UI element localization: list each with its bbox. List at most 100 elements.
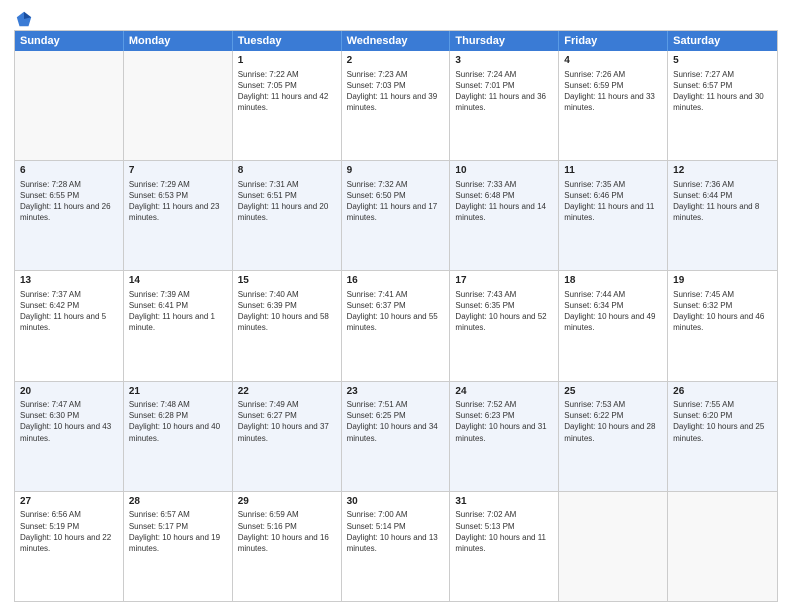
cell-detail: Sunrise: 7:55 AM Sunset: 6:20 PM Dayligh…	[673, 399, 772, 444]
cell-detail: Sunrise: 6:57 AM Sunset: 5:17 PM Dayligh…	[129, 509, 227, 554]
day-number: 16	[347, 274, 445, 288]
day-number: 30	[347, 495, 445, 509]
day-number: 31	[455, 495, 553, 509]
cell-detail: Sunrise: 7:51 AM Sunset: 6:25 PM Dayligh…	[347, 399, 445, 444]
day-number: 1	[238, 54, 336, 68]
logo	[14, 10, 33, 24]
col-header-friday: Friday	[559, 31, 668, 51]
day-cell-14: 14Sunrise: 7:39 AM Sunset: 6:41 PM Dayli…	[124, 271, 233, 380]
day-number: 19	[673, 274, 772, 288]
day-number: 8	[238, 164, 336, 178]
col-header-wednesday: Wednesday	[342, 31, 451, 51]
day-cell-3: 3Sunrise: 7:24 AM Sunset: 7:01 PM Daylig…	[450, 51, 559, 160]
cell-detail: Sunrise: 7:31 AM Sunset: 6:51 PM Dayligh…	[238, 179, 336, 224]
day-cell-23: 23Sunrise: 7:51 AM Sunset: 6:25 PM Dayli…	[342, 382, 451, 491]
cell-detail: Sunrise: 7:47 AM Sunset: 6:30 PM Dayligh…	[20, 399, 118, 444]
cell-detail: Sunrise: 7:26 AM Sunset: 6:59 PM Dayligh…	[564, 69, 662, 114]
col-header-monday: Monday	[124, 31, 233, 51]
day-cell-9: 9Sunrise: 7:32 AM Sunset: 6:50 PM Daylig…	[342, 161, 451, 270]
day-number: 4	[564, 54, 662, 68]
day-cell-2: 2Sunrise: 7:23 AM Sunset: 7:03 PM Daylig…	[342, 51, 451, 160]
day-number: 29	[238, 495, 336, 509]
day-cell-24: 24Sunrise: 7:52 AM Sunset: 6:23 PM Dayli…	[450, 382, 559, 491]
empty-cell	[15, 51, 124, 160]
cell-detail: Sunrise: 6:59 AM Sunset: 5:16 PM Dayligh…	[238, 509, 336, 554]
day-cell-29: 29Sunrise: 6:59 AM Sunset: 5:16 PM Dayli…	[233, 492, 342, 601]
col-header-thursday: Thursday	[450, 31, 559, 51]
day-number: 5	[673, 54, 772, 68]
cell-detail: Sunrise: 7:23 AM Sunset: 7:03 PM Dayligh…	[347, 69, 445, 114]
day-number: 25	[564, 385, 662, 399]
day-number: 9	[347, 164, 445, 178]
calendar-week-5: 27Sunrise: 6:56 AM Sunset: 5:19 PM Dayli…	[15, 492, 777, 601]
cell-detail: Sunrise: 7:00 AM Sunset: 5:14 PM Dayligh…	[347, 509, 445, 554]
day-number: 15	[238, 274, 336, 288]
cell-detail: Sunrise: 7:40 AM Sunset: 6:39 PM Dayligh…	[238, 289, 336, 334]
day-number: 14	[129, 274, 227, 288]
cell-detail: Sunrise: 7:35 AM Sunset: 6:46 PM Dayligh…	[564, 179, 662, 224]
logo-icon	[15, 10, 33, 28]
day-number: 7	[129, 164, 227, 178]
cell-detail: Sunrise: 7:49 AM Sunset: 6:27 PM Dayligh…	[238, 399, 336, 444]
page-header	[14, 10, 778, 24]
cell-detail: Sunrise: 7:29 AM Sunset: 6:53 PM Dayligh…	[129, 179, 227, 224]
day-number: 10	[455, 164, 553, 178]
day-number: 27	[20, 495, 118, 509]
col-header-tuesday: Tuesday	[233, 31, 342, 51]
cell-detail: Sunrise: 7:36 AM Sunset: 6:44 PM Dayligh…	[673, 179, 772, 224]
day-cell-22: 22Sunrise: 7:49 AM Sunset: 6:27 PM Dayli…	[233, 382, 342, 491]
calendar-week-1: 1Sunrise: 7:22 AM Sunset: 7:05 PM Daylig…	[15, 51, 777, 161]
cell-detail: Sunrise: 7:53 AM Sunset: 6:22 PM Dayligh…	[564, 399, 662, 444]
day-cell-26: 26Sunrise: 7:55 AM Sunset: 6:20 PM Dayli…	[668, 382, 777, 491]
day-cell-7: 7Sunrise: 7:29 AM Sunset: 6:53 PM Daylig…	[124, 161, 233, 270]
day-number: 11	[564, 164, 662, 178]
day-number: 23	[347, 385, 445, 399]
calendar-week-2: 6Sunrise: 7:28 AM Sunset: 6:55 PM Daylig…	[15, 161, 777, 271]
day-number: 17	[455, 274, 553, 288]
cell-detail: Sunrise: 7:32 AM Sunset: 6:50 PM Dayligh…	[347, 179, 445, 224]
calendar-header: SundayMondayTuesdayWednesdayThursdayFrid…	[15, 31, 777, 51]
cell-detail: Sunrise: 7:41 AM Sunset: 6:37 PM Dayligh…	[347, 289, 445, 334]
cell-detail: Sunrise: 7:39 AM Sunset: 6:41 PM Dayligh…	[129, 289, 227, 334]
day-cell-12: 12Sunrise: 7:36 AM Sunset: 6:44 PM Dayli…	[668, 161, 777, 270]
cell-detail: Sunrise: 7:27 AM Sunset: 6:57 PM Dayligh…	[673, 69, 772, 114]
day-cell-25: 25Sunrise: 7:53 AM Sunset: 6:22 PM Dayli…	[559, 382, 668, 491]
day-cell-20: 20Sunrise: 7:47 AM Sunset: 6:30 PM Dayli…	[15, 382, 124, 491]
day-number: 26	[673, 385, 772, 399]
day-number: 3	[455, 54, 553, 68]
empty-cell	[124, 51, 233, 160]
cell-detail: Sunrise: 7:24 AM Sunset: 7:01 PM Dayligh…	[455, 69, 553, 114]
cell-detail: Sunrise: 7:02 AM Sunset: 5:13 PM Dayligh…	[455, 509, 553, 554]
day-cell-19: 19Sunrise: 7:45 AM Sunset: 6:32 PM Dayli…	[668, 271, 777, 380]
day-cell-17: 17Sunrise: 7:43 AM Sunset: 6:35 PM Dayli…	[450, 271, 559, 380]
calendar-page: SundayMondayTuesdayWednesdayThursdayFrid…	[0, 0, 792, 612]
day-number: 6	[20, 164, 118, 178]
day-number: 12	[673, 164, 772, 178]
day-number: 28	[129, 495, 227, 509]
logo-text	[14, 10, 33, 28]
day-cell-5: 5Sunrise: 7:27 AM Sunset: 6:57 PM Daylig…	[668, 51, 777, 160]
cell-detail: Sunrise: 7:44 AM Sunset: 6:34 PM Dayligh…	[564, 289, 662, 334]
calendar-body: 1Sunrise: 7:22 AM Sunset: 7:05 PM Daylig…	[15, 51, 777, 601]
col-header-saturday: Saturday	[668, 31, 777, 51]
day-cell-1: 1Sunrise: 7:22 AM Sunset: 7:05 PM Daylig…	[233, 51, 342, 160]
cell-detail: Sunrise: 7:22 AM Sunset: 7:05 PM Dayligh…	[238, 69, 336, 114]
cell-detail: Sunrise: 7:52 AM Sunset: 6:23 PM Dayligh…	[455, 399, 553, 444]
col-header-sunday: Sunday	[15, 31, 124, 51]
day-number: 2	[347, 54, 445, 68]
day-cell-16: 16Sunrise: 7:41 AM Sunset: 6:37 PM Dayli…	[342, 271, 451, 380]
day-cell-6: 6Sunrise: 7:28 AM Sunset: 6:55 PM Daylig…	[15, 161, 124, 270]
day-cell-30: 30Sunrise: 7:00 AM Sunset: 5:14 PM Dayli…	[342, 492, 451, 601]
empty-cell	[559, 492, 668, 601]
day-number: 13	[20, 274, 118, 288]
cell-detail: Sunrise: 6:56 AM Sunset: 5:19 PM Dayligh…	[20, 509, 118, 554]
calendar-week-3: 13Sunrise: 7:37 AM Sunset: 6:42 PM Dayli…	[15, 271, 777, 381]
day-cell-4: 4Sunrise: 7:26 AM Sunset: 6:59 PM Daylig…	[559, 51, 668, 160]
day-cell-10: 10Sunrise: 7:33 AM Sunset: 6:48 PM Dayli…	[450, 161, 559, 270]
day-cell-31: 31Sunrise: 7:02 AM Sunset: 5:13 PM Dayli…	[450, 492, 559, 601]
day-cell-21: 21Sunrise: 7:48 AM Sunset: 6:28 PM Dayli…	[124, 382, 233, 491]
day-cell-28: 28Sunrise: 6:57 AM Sunset: 5:17 PM Dayli…	[124, 492, 233, 601]
cell-detail: Sunrise: 7:28 AM Sunset: 6:55 PM Dayligh…	[20, 179, 118, 224]
day-number: 20	[20, 385, 118, 399]
day-cell-8: 8Sunrise: 7:31 AM Sunset: 6:51 PM Daylig…	[233, 161, 342, 270]
